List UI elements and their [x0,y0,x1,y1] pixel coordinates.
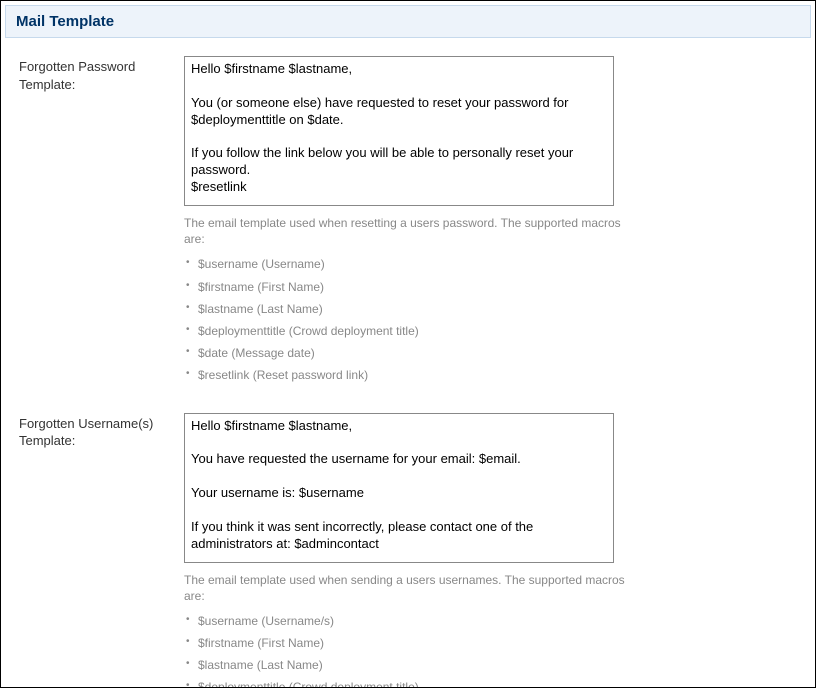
macro-item: $deploymenttitle (Crowd deployment title… [184,676,639,688]
macro-item: $lastname (Last Name) [184,654,639,676]
forgot-username-textarea[interactable] [184,413,614,563]
macro-item: $date (Message date) [184,342,639,364]
macro-item: $firstname (First Name) [184,632,639,654]
macro-item: $username (Username/s) [184,610,639,632]
forgot-password-macro-list: $username (Username) $firstname (First N… [184,253,639,386]
macro-item: $resetlink (Reset password link) [184,364,639,386]
macro-item: $firstname (First Name) [184,276,639,298]
panel-title: Mail Template [16,13,114,30]
macro-item: $deploymenttitle (Crowd deployment title… [184,320,639,342]
form-area: Forgotten Password Template: The email t… [1,38,815,688]
mail-template-panel: Mail Template Forgotten Password Templat… [0,0,816,688]
forgot-username-row: Forgotten Username(s) Template: The emai… [19,413,797,688]
forgot-username-help: The email template used when sending a u… [184,572,639,604]
forgot-username-label: Forgotten Username(s) Template: [19,413,184,450]
macro-item: $lastname (Last Name) [184,298,639,320]
forgot-username-macro-list: $username (Username/s) $firstname (First… [184,610,639,688]
forgot-password-textarea[interactable] [184,56,614,206]
forgot-password-row: Forgotten Password Template: The email t… [19,56,797,387]
macro-item: $username (Username) [184,253,639,275]
forgot-password-help: The email template used when resetting a… [184,215,639,247]
forgot-username-field-col: The email template used when sending a u… [184,413,639,688]
forgot-password-field-col: The email template used when resetting a… [184,56,639,387]
panel-header: Mail Template [5,5,811,38]
forgot-password-label: Forgotten Password Template: [19,56,184,93]
